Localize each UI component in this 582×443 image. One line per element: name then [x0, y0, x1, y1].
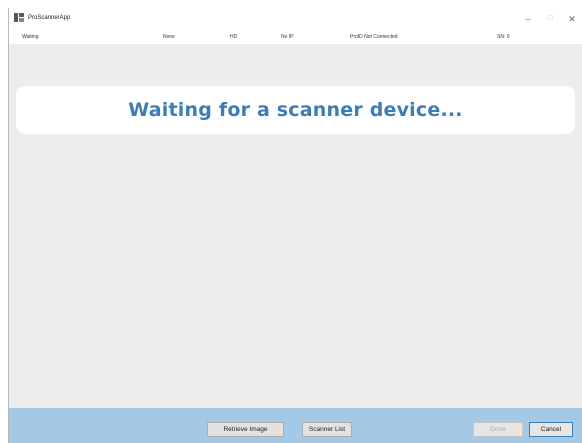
done-button[interactable]: Done — [473, 422, 523, 437]
title-bar[interactable]: ProScannerApp – ☐ ✕ — [9, 8, 582, 30]
close-button[interactable]: ✕ — [562, 11, 582, 27]
retrieve-image-button[interactable]: Retrieve Image — [207, 422, 284, 437]
status-connection: ProID Not Connected — [350, 34, 398, 40]
window-title: ProScannerApp — [28, 15, 71, 21]
status-banner: Waiting for a scanner device... — [16, 86, 575, 134]
app-window: ProScannerApp – ☐ ✕ Waiting None HD No I… — [8, 8, 582, 443]
status-ip: No IP — [281, 34, 294, 40]
status-device: None — [163, 34, 175, 40]
banner-message: Waiting for a scanner device... — [128, 99, 463, 121]
maximize-button[interactable]: ☐ — [540, 11, 560, 27]
cancel-button[interactable]: Cancel — [529, 422, 573, 437]
status-mode: HD — [230, 34, 238, 40]
scanner-list-button[interactable]: Scanner List — [302, 422, 352, 437]
status-bar: Waiting None HD No IP ProID Not Connecte… — [9, 30, 582, 44]
app-icon — [14, 13, 24, 22]
status-state: Waiting — [22, 34, 39, 40]
status-serial: SN: 0 — [497, 34, 510, 40]
footer-bar: Retrieve Image Scanner List Done Cancel — [9, 408, 582, 443]
minimize-button[interactable]: – — [518, 11, 538, 27]
